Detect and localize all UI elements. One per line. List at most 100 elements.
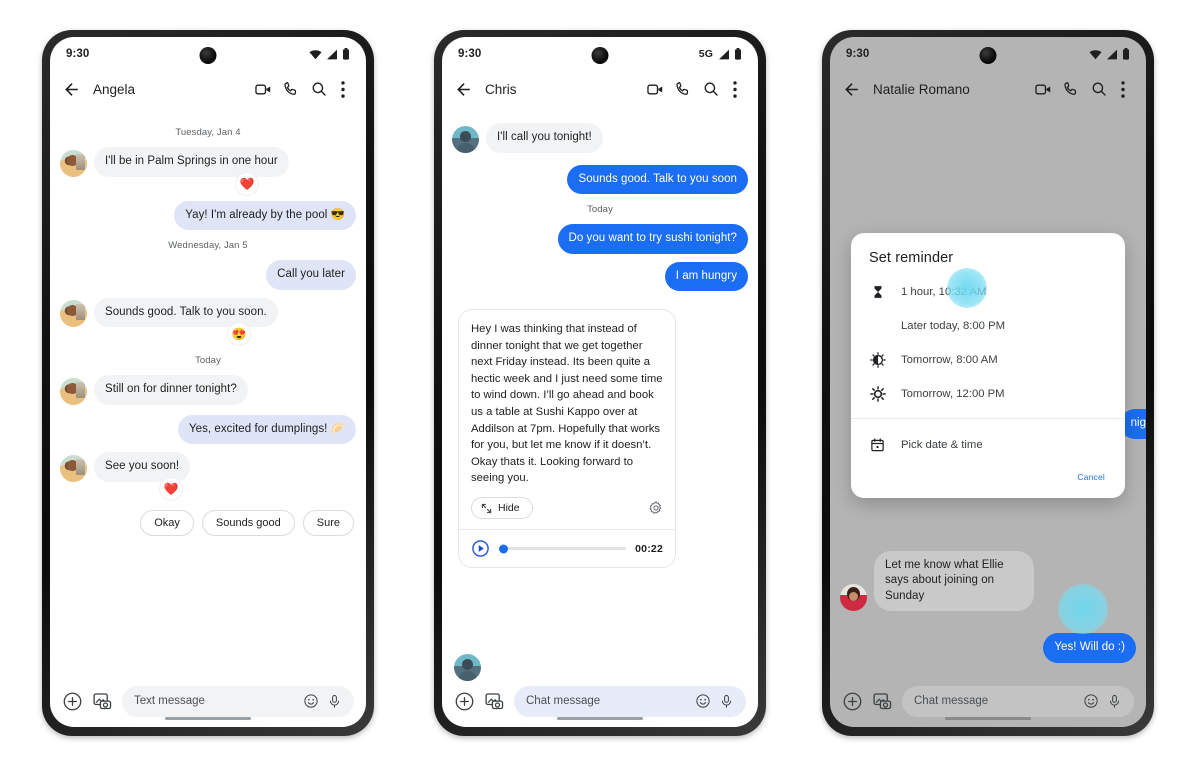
overflow-menu-icon[interactable] <box>333 80 353 98</box>
back-arrow-icon[interactable] <box>842 80 861 99</box>
app-bar: Angela <box>50 67 366 111</box>
video-call-icon[interactable] <box>249 80 277 99</box>
status-time: 9:30 <box>846 48 870 60</box>
avatar <box>60 454 87 482</box>
long-message-card[interactable]: Hey I was thinking that instead of dinne… <box>458 309 676 568</box>
message-bubble[interactable]: Still on for dinner tonight? <box>94 375 248 405</box>
message-bubble[interactable]: Let me know what Ellie says about joinin… <box>874 550 1034 612</box>
battery-icon <box>342 48 350 60</box>
video-call-icon[interactable] <box>641 80 669 99</box>
play-icon[interactable] <box>471 539 490 558</box>
suggestion-chip-okay[interactable]: Okay <box>140 509 194 536</box>
hourglass-icon <box>869 284 886 300</box>
message-bubble[interactable]: I am hungry <box>664 261 748 292</box>
conversation-title: Natalie Romano <box>873 81 970 97</box>
reminder-option-1-hour[interactable]: 1 hour, 10:32 AM <box>851 275 1125 309</box>
message-row-outgoing: Call you later <box>60 260 356 290</box>
signal-icon <box>1106 49 1118 60</box>
add-icon[interactable] <box>62 691 83 712</box>
set-reminder-dialog[interactable]: Set reminder 1 hour, 10:32 AM Later toda… <box>851 233 1125 498</box>
phone-call-icon[interactable] <box>1057 80 1085 98</box>
search-icon[interactable] <box>1085 80 1113 98</box>
add-icon[interactable] <box>454 691 475 712</box>
message-bubble[interactable]: I'll be in Palm Springs in one hour <box>94 147 289 177</box>
battery-icon <box>734 48 742 60</box>
sun-icon <box>869 386 886 402</box>
cancel-button[interactable]: Cancel <box>851 464 1125 498</box>
video-call-icon[interactable] <box>1029 80 1057 99</box>
camera-punch-hole-icon <box>199 47 217 64</box>
overflow-menu-icon[interactable] <box>1113 80 1133 98</box>
home-gesture-bar[interactable] <box>557 717 643 720</box>
gallery-camera-icon[interactable] <box>872 691 893 712</box>
text-message-input[interactable]: Text message <box>122 685 354 717</box>
conversation-title: Chris <box>485 81 517 97</box>
message-thread-rcs[interactable]: I'll call you tonight! Sounds good. Talk… <box>442 111 758 727</box>
search-icon[interactable] <box>697 80 725 98</box>
microphone-icon[interactable] <box>327 693 342 710</box>
chat-message-input[interactable]: Chat message <box>514 685 746 717</box>
reminder-option-tomorrow-morning[interactable]: Tomorrow, 8:00 AM <box>851 343 1125 377</box>
message-bubble[interactable]: Sounds good. Talk to you soon <box>567 164 748 195</box>
collapse-icon <box>481 503 492 514</box>
gallery-camera-icon[interactable] <box>92 691 113 712</box>
message-row-outgoing: Yes, excited for dumplings! 🥟 <box>60 414 356 445</box>
message-bubble[interactable]: See you soon! <box>94 452 191 482</box>
home-gesture-bar[interactable] <box>945 717 1031 720</box>
audio-progress-track[interactable] <box>499 544 627 553</box>
date-separator: Today <box>587 204 613 216</box>
message-bubble[interactable]: Yes! Will do :) <box>1043 633 1136 663</box>
suggestion-chip-sounds-good[interactable]: Sounds good <box>201 509 295 536</box>
reaction-badge[interactable]: 😍 <box>228 323 250 346</box>
reminder-option-later-today[interactable]: Later today, 8:00 PM <box>851 309 1125 343</box>
phone-screen-reminder: 9:30 Natalie Romano nig Let me know what… <box>830 37 1146 727</box>
reminder-option-label: Tomorrow, 8:00 AM <box>901 354 998 366</box>
search-icon[interactable] <box>305 80 333 98</box>
emoji-icon[interactable] <box>1083 693 1099 709</box>
message-bubble[interactable]: Call you later <box>266 260 356 290</box>
reaction-badge[interactable]: ❤️ <box>160 477 182 500</box>
microphone-icon[interactable] <box>1107 693 1122 710</box>
dialog-divider <box>851 418 1125 419</box>
phone-call-icon[interactable] <box>669 80 697 98</box>
message-row-incoming: I'll call you tonight! <box>452 123 748 153</box>
avatar <box>60 149 87 177</box>
gear-icon[interactable] <box>648 500 664 516</box>
message-thread-sms[interactable]: Tuesday, Jan 4 I'll be in Palm Springs i… <box>50 111 366 727</box>
phone-device-reminder: 9:30 Natalie Romano nig Let me know what… <box>822 30 1154 736</box>
phone-device-rcs: 9:30 5G Chris I'll call you tonight! Sou… <box>434 30 766 736</box>
reaction-badge[interactable]: ❤️ <box>236 172 258 195</box>
long-message-text: Hey I was thinking that instead of dinne… <box>471 323 663 485</box>
home-gesture-bar[interactable] <box>165 717 251 720</box>
audio-progress-knob[interactable] <box>499 544 508 553</box>
emoji-icon[interactable] <box>695 693 711 709</box>
avatar <box>452 125 479 153</box>
gallery-camera-icon[interactable] <box>484 691 505 712</box>
phone-call-icon[interactable] <box>277 80 305 98</box>
message-bubble[interactable]: Yay! I'm already by the pool 😎 <box>174 200 356 231</box>
reminder-option-label: 1 hour, 10:32 AM <box>901 286 987 298</box>
status-time: 9:30 <box>458 48 482 60</box>
message-bubble[interactable]: Do you want to try sushi tonight? <box>557 224 748 254</box>
reminder-option-tomorrow-noon[interactable]: Tomorrow, 12:00 PM <box>851 377 1125 411</box>
pick-date-time-option[interactable]: Pick date & time <box>851 426 1125 464</box>
back-arrow-icon[interactable] <box>454 80 473 99</box>
phone-screen-sms: 9:30 Angela Tuesday, Jan 4 I'll be in Pa… <box>50 37 366 727</box>
back-arrow-icon[interactable] <box>62 80 81 99</box>
message-bubble[interactable]: Yes, excited for dumplings! 🥟 <box>178 414 356 445</box>
conversation-title: Angela <box>93 81 136 97</box>
reaction-row: ❤️ <box>60 477 356 500</box>
add-icon[interactable] <box>842 691 863 712</box>
overflow-menu-icon[interactable] <box>725 80 745 98</box>
emoji-icon[interactable] <box>303 693 319 709</box>
hide-button[interactable]: Hide <box>471 497 533 519</box>
chat-message-input[interactable]: Chat message <box>902 685 1134 717</box>
message-bubble[interactable]: Sounds good. Talk to you soon. <box>94 297 278 328</box>
message-bubble[interactable]: I'll call you tonight! <box>486 123 603 153</box>
message-row-incoming: See you soon! <box>60 452 356 482</box>
suggestion-chip-sure[interactable]: Sure <box>302 509 354 536</box>
audio-player[interactable]: 00:22 <box>459 529 675 567</box>
reaction-row: 😍 <box>60 323 356 346</box>
phone-screen-rcs: 9:30 5G Chris I'll call you tonight! Sou… <box>442 37 758 727</box>
microphone-icon[interactable] <box>719 693 734 710</box>
